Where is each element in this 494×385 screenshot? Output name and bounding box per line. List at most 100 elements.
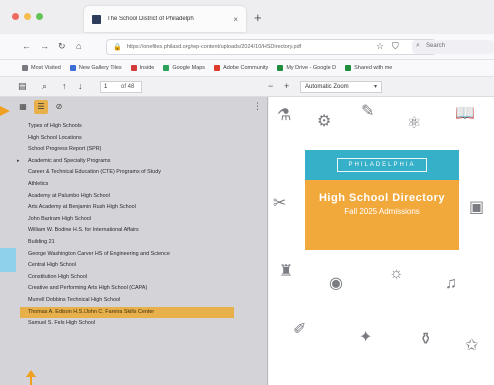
document-outline: Types of High Schools High School Locatio… <box>0 121 268 330</box>
bookmark-item[interactable]: Adobe Community <box>214 65 268 71</box>
document-outline-icon[interactable]: ☰ <box>34 100 48 114</box>
bookmark-favicon-icon <box>69 65 76 71</box>
bookmark-label: Google Maps <box>172 65 206 71</box>
bookmark-item[interactable]: Shared with me <box>345 65 392 71</box>
chevron-down-icon: ▾ <box>373 84 377 90</box>
bookmark-label: Shared with me <box>354 65 393 71</box>
tab-close-icon[interactable]: × <box>233 15 238 24</box>
zoom-out-icon[interactable]: − <box>268 81 273 91</box>
outline-item[interactable]: Athletics <box>0 179 268 191</box>
pdf-sidebar: ▦ ☰ ⊘ ⋮ Types of High Schools High School… <box>0 97 268 385</box>
book-doodle-icon: 📖 <box>455 105 475 122</box>
bookmark-item[interactable]: New Gallery Tiles <box>69 65 122 71</box>
sidebar-toolbar: ▦ ☰ ⊘ ⋮ <box>0 97 268 117</box>
outline-item[interactable]: Types of High Schools <box>0 121 268 133</box>
site-favicon-icon <box>92 14 101 24</box>
outline-item[interactable]: John Bartram High School <box>0 214 268 226</box>
back-arrow-icon[interactable]: ← <box>22 41 31 51</box>
outline-item-label: Academic and Specialty Programs <box>28 157 111 164</box>
bookmark-item[interactable]: My Drive - Google D <box>277 65 336 71</box>
address-bar[interactable]: 🔒 https://onefiles.philasd.org/wp-conten… <box>106 39 436 55</box>
bookmark-star-icon[interactable]: ☆ <box>376 41 384 52</box>
cover-brand: PHILADELPHIA <box>337 158 427 172</box>
expand-toggle-icon[interactable]: ▸ <box>17 156 20 168</box>
atom-doodle-icon: ⚛ <box>407 115 422 132</box>
cover-subtitle: Fall 2025 Admissions <box>344 207 420 216</box>
zoom-in-icon[interactable]: + <box>284 81 289 91</box>
outline-item-label: Building 21 <box>28 238 55 245</box>
flask-doodle-icon: ⚱ <box>419 331 433 348</box>
page-number-input[interactable]: 1 of 48 <box>100 81 142 93</box>
outline-item[interactable]: Creative and Performing Arts High School… <box>0 283 268 295</box>
search-box[interactable]: ⌕ Search <box>412 40 494 54</box>
document-viewer[interactable]: ⚗ ⚙ ✎ ⚛ 📖 ♜ ◉ ☼ ♫ ✐ ✦ ⚱ ✩ ✂ ▣ PHILADELPH… <box>269 97 494 385</box>
outline-item-label: Central High School <box>28 262 76 269</box>
minimize-window-button[interactable] <box>24 13 31 20</box>
thumbnails-icon[interactable]: ▦ <box>16 100 30 114</box>
bookmarks-bar: Most Visited New Gallery Tiles Inside Googl… <box>0 60 494 77</box>
sidebar-toggle-icon[interactable]: ▤ <box>18 81 27 92</box>
annotation-arrow-up-icon <box>26 370 36 385</box>
bookmark-label: Most Visited <box>31 65 61 71</box>
title-bar: The School District of Philadelph × + <box>0 0 494 34</box>
bookmark-item[interactable]: Most Visited <box>22 65 61 71</box>
outline-item[interactable]: Academy at Palumbo High School <box>0 191 268 203</box>
attachments-icon[interactable]: ⊘ <box>52 100 66 114</box>
bookmark-favicon-icon <box>22 65 28 71</box>
outline-item[interactable]: Arts Academy at Benjamin Rush High Schoo… <box>0 202 268 214</box>
outline-item[interactable]: School Progress Report (SPR) <box>0 144 268 156</box>
bookmark-favicon-icon <box>214 65 221 71</box>
find-icon[interactable]: ⌕ <box>42 81 47 92</box>
bookmark-label: New Gallery Tiles <box>78 65 122 71</box>
outline-item[interactable]: Building 21 <box>0 237 268 249</box>
outline-item-label: Arts Academy at Benjamin Rush High Schoo… <box>28 204 136 211</box>
outline-item[interactable]: George Washington Carver HS of Engineeri… <box>0 249 268 261</box>
home-icon[interactable]: ⌂ <box>76 41 81 51</box>
forward-arrow-icon[interactable]: → <box>40 41 49 51</box>
calculator-doodle-icon: ▣ <box>469 199 485 216</box>
outline-item-label: John Bartram High School <box>28 215 91 222</box>
outline-item-selected[interactable]: Thomas A. Edison H.S./John C. Fareira Sk… <box>20 306 234 319</box>
outline-item-label: High School Locations <box>28 134 82 141</box>
pdf-toolbar: ▤ ⌕ ↑ ↓ 1 of 48 − + Automatic Zoom ▾ <box>0 77 494 97</box>
outline-item-label: Murrell Dobbins Technical High School <box>28 296 121 303</box>
outline-item[interactable]: Career & Technical Education (CTE) Progr… <box>0 167 268 179</box>
outline-item[interactable]: ▸ Academic and Specialty Programs <box>0 156 268 168</box>
zoom-select[interactable]: Automatic Zoom ▾ <box>300 81 382 93</box>
pencil-doodle-icon: ✎ <box>361 103 375 120</box>
bookmark-item[interactable]: Inside <box>130 65 154 71</box>
outline-item[interactable]: Murrell Dobbins Technical High School <box>0 295 268 307</box>
bookmark-favicon-icon <box>345 65 352 71</box>
outline-item[interactable]: Central High School <box>0 260 268 272</box>
outline-item-label: Career & Technical Education (CTE) Progr… <box>28 169 161 176</box>
bookmark-item[interactable]: Google Maps <box>163 65 205 71</box>
lightbulb-doodle-icon: ☼ <box>389 265 404 282</box>
next-page-icon[interactable]: ↓ <box>78 81 83 91</box>
sidebar-options-icon[interactable]: ⋮ <box>253 101 262 112</box>
maximize-window-button[interactable] <box>36 13 43 20</box>
close-window-button[interactable] <box>12 13 19 20</box>
reload-icon[interactable]: ↻ <box>58 41 66 52</box>
shield-icon[interactable]: ⛉ <box>392 41 399 52</box>
previous-page-icon[interactable]: ↑ <box>62 81 67 91</box>
outline-item[interactable]: High School Locations <box>0 133 268 145</box>
browser-tab[interactable]: The School District of Philadelph × <box>84 6 246 32</box>
outline-item[interactable]: William W. Bodine H.S. for International… <box>0 225 268 237</box>
new-tab-button[interactable]: + <box>254 10 262 25</box>
outline-item-label: Creative and Performing Arts High School… <box>28 285 148 292</box>
compass-doodle-icon: ✦ <box>359 329 373 346</box>
outline-item-label: Athletics <box>28 180 49 187</box>
paintbrush-doodle-icon: ✐ <box>293 321 307 338</box>
beaker-doodle-icon: ⚗ <box>277 107 292 124</box>
outline-item-label: Types of High Schools <box>28 123 82 129</box>
gear-doodle-icon: ⚙ <box>317 113 332 130</box>
annotation-arrow-right-icon <box>0 106 10 116</box>
search-icon: ⌕ <box>416 42 420 49</box>
outline-item[interactable]: Samuel S. Fels High School <box>0 318 268 330</box>
bookmark-favicon-icon <box>277 65 284 71</box>
bookmark-favicon-icon <box>130 65 137 71</box>
globe-doodle-icon: ◉ <box>329 275 343 292</box>
cover-banner: PHILADELPHIA High School Directory Fall … <box>305 150 459 250</box>
outline-item[interactable]: Constitution High School <box>0 272 268 284</box>
trophy-doodle-icon: ♜ <box>279 263 294 280</box>
